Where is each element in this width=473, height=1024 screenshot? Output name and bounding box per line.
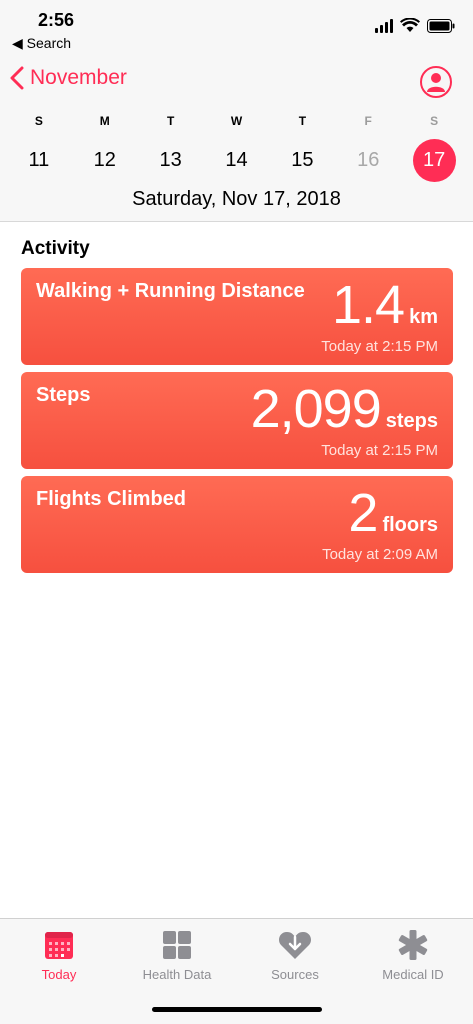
month-label: November bbox=[30, 66, 127, 89]
card-value-group: 1.4 km bbox=[332, 274, 438, 336]
chevron-left-icon bbox=[10, 66, 24, 90]
flights-climbed-card[interactable]: Flights Climbed 2 floors Today at 2:09 A… bbox=[21, 476, 453, 573]
calendar-header: November S M T W T F S 11 12 13 14 15 16… bbox=[0, 56, 473, 222]
card-unit: steps bbox=[385, 410, 438, 432]
tab-label: Health Data bbox=[142, 967, 212, 982]
walking-running-card[interactable]: Walking + Running Distance 1.4 km Today … bbox=[21, 268, 453, 365]
date-cell[interactable]: 14 bbox=[204, 138, 270, 182]
activity-section-title: Activity bbox=[21, 238, 90, 259]
date-cell[interactable]: 11 bbox=[6, 138, 72, 182]
card-value: 2,099 bbox=[250, 379, 382, 439]
month-back-button[interactable]: November bbox=[10, 66, 127, 90]
weekday-row: S M T W T F S bbox=[6, 114, 467, 128]
status-time: 2:56 bbox=[38, 10, 75, 30]
tab-label: Sources bbox=[271, 967, 319, 982]
card-value: 2 bbox=[348, 483, 378, 543]
tab-label: Medical ID bbox=[382, 967, 444, 982]
status-bar: 2:56 ◀ Search bbox=[0, 0, 473, 56]
selected-date-label: Saturday, Nov 17, 2018 bbox=[132, 188, 341, 210]
weekday-label: S bbox=[430, 114, 439, 128]
date-cell: 16 bbox=[357, 148, 380, 171]
cellular-signal-icon bbox=[375, 18, 393, 33]
battery-icon bbox=[427, 18, 455, 33]
selected-date-badge: 17 bbox=[412, 138, 456, 182]
date-cell[interactable]: 13 bbox=[138, 138, 204, 182]
person-icon bbox=[427, 73, 445, 92]
card-title: Walking + Running Distance bbox=[36, 280, 305, 302]
date-cell[interactable]: 15 bbox=[269, 138, 335, 182]
grid-icon bbox=[163, 931, 191, 959]
date-cell-selected[interactable]: 17 bbox=[401, 138, 467, 182]
card-value-group: 2 floors bbox=[348, 482, 438, 544]
card-title: Flights Climbed bbox=[36, 488, 186, 510]
card-timestamp: Today at 2:09 AM bbox=[322, 546, 438, 563]
weekday-label: W bbox=[230, 114, 243, 128]
weekday-label: M bbox=[99, 114, 110, 128]
steps-card[interactable]: Steps 2,099 steps Today at 2:15 PM bbox=[21, 372, 453, 469]
wifi-icon bbox=[400, 18, 420, 32]
tab-today[interactable]: Today bbox=[0, 919, 118, 1024]
asterisk-icon bbox=[398, 930, 428, 960]
card-value-group: 2,099 steps bbox=[251, 378, 438, 440]
card-unit: floors bbox=[382, 514, 438, 536]
profile-button[interactable] bbox=[420, 66, 452, 98]
date-row: 11 12 13 14 15 16 17 bbox=[6, 138, 467, 182]
weekday-label: T bbox=[298, 114, 307, 128]
tab-medical-id[interactable]: Medical ID bbox=[354, 919, 472, 1024]
date-cell[interactable]: 12 bbox=[72, 138, 138, 182]
weekday-label: T bbox=[166, 114, 175, 128]
weekday-label: S bbox=[34, 114, 43, 128]
weekday-label: F bbox=[364, 114, 372, 128]
calendar-icon bbox=[45, 932, 73, 959]
status-icons bbox=[375, 18, 455, 33]
card-unit: km bbox=[409, 306, 438, 328]
card-timestamp: Today at 2:15 PM bbox=[321, 442, 438, 459]
heart-download-icon bbox=[279, 932, 311, 959]
card-value: 1.4 bbox=[332, 275, 405, 335]
home-indicator[interactable] bbox=[152, 1007, 322, 1012]
card-timestamp: Today at 2:15 PM bbox=[321, 338, 438, 355]
tab-label: Today bbox=[41, 967, 77, 982]
back-to-search-link[interactable]: ◀ Search bbox=[12, 35, 71, 52]
card-title: Steps bbox=[36, 384, 91, 406]
